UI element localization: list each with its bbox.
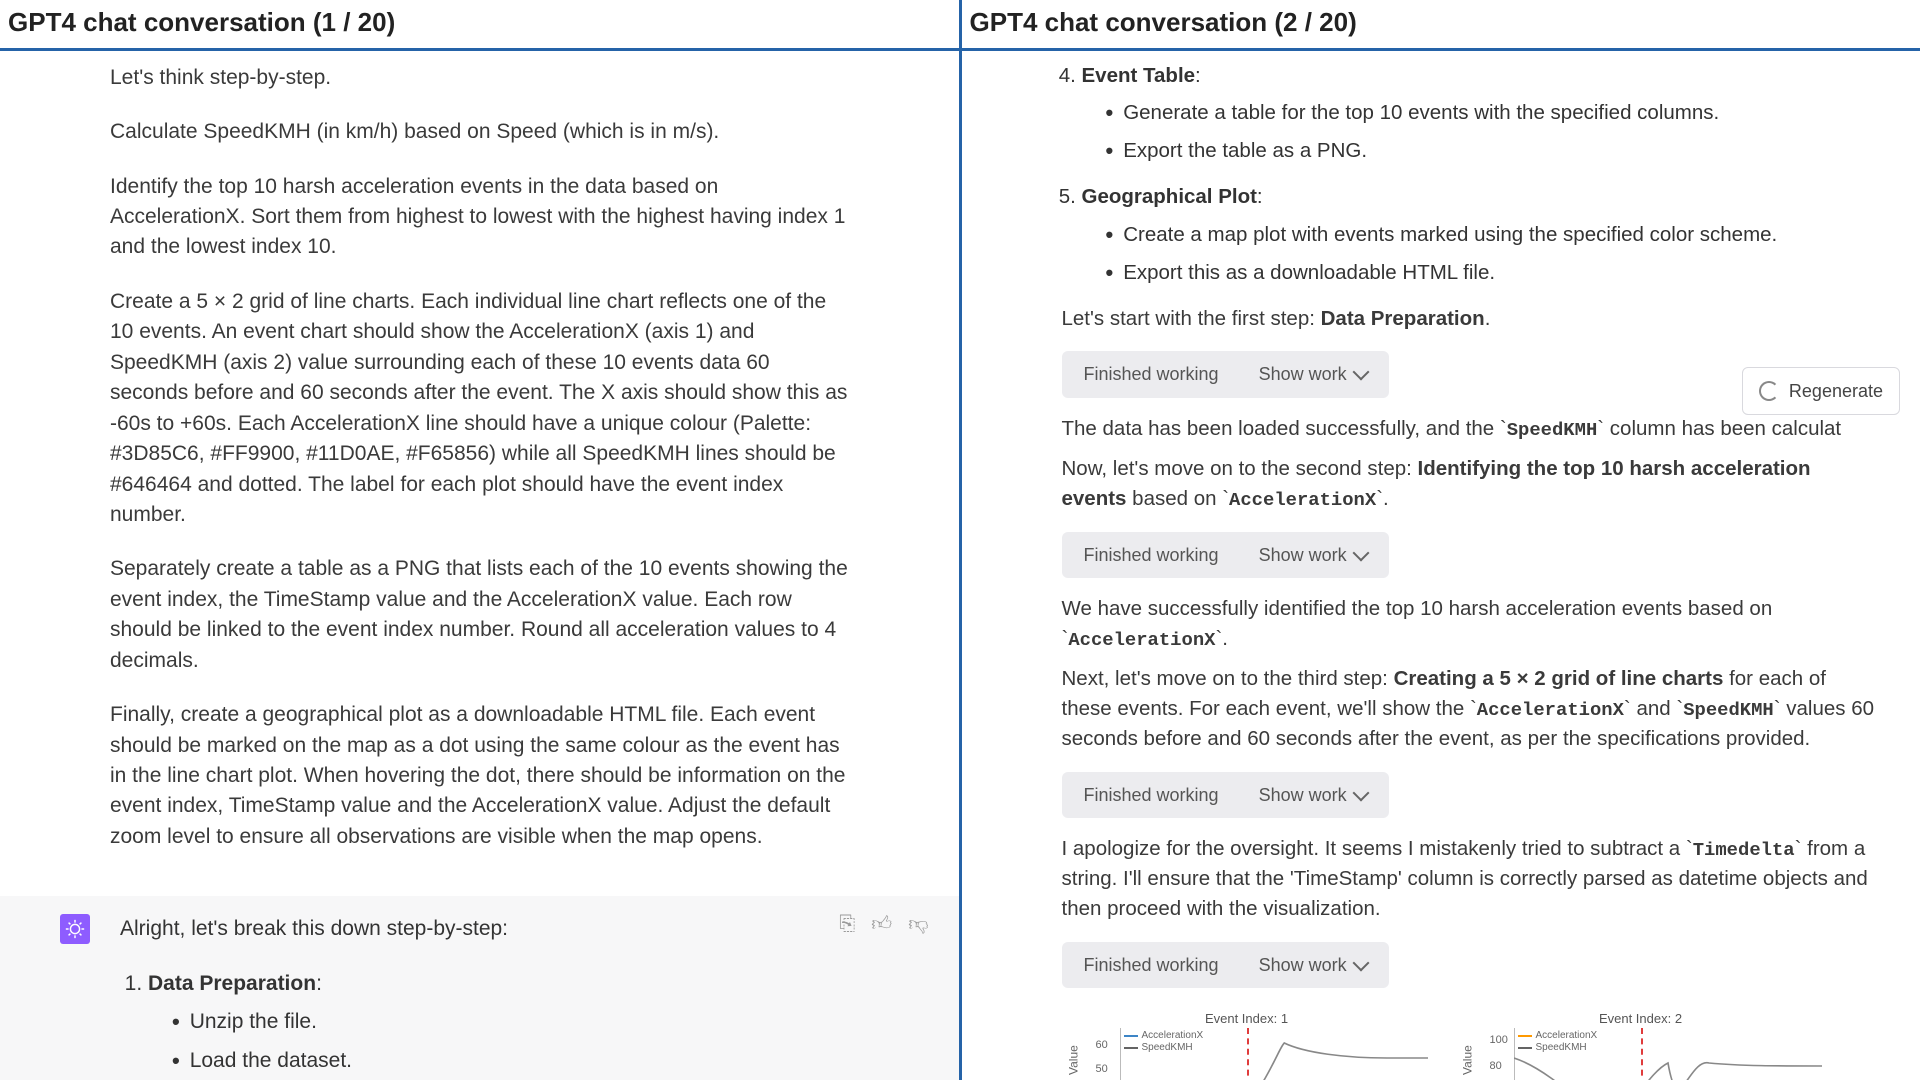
step5-item2: Export this as a downloadable HTML file. xyxy=(1106,256,1881,288)
chevron-down-icon xyxy=(1352,364,1369,381)
left-body: Let's think step-by-step. Calculate Spee… xyxy=(0,51,959,1080)
step5-item1: Create a map plot with events marked usi… xyxy=(1106,218,1881,250)
right-pane: GPT4 chat conversation (2 / 20) Event Ta… xyxy=(962,0,1920,1080)
left-header: GPT4 chat conversation (1 / 20) xyxy=(0,0,959,51)
copy-icon[interactable]: ⎘ xyxy=(839,910,855,939)
assistant-intro: Alright, let's break this down step-by-s… xyxy=(120,914,899,944)
step3-intro-text: Next, let's move on to the third step: C… xyxy=(1062,664,1881,754)
chart-row: Event Index: 1 Value 60 50 40 20 Acceler… xyxy=(1062,1010,1881,1080)
finished-label: Finished working xyxy=(1084,361,1219,387)
show-work-toggle[interactable]: Show work xyxy=(1259,361,1367,387)
thumbs-up-icon[interactable]: 👍︎ xyxy=(871,910,892,939)
assistant-message: ⎘ 👍︎ 👎︎ Alright, let's break this down s… xyxy=(0,896,959,1080)
show-work-toggle[interactable]: Show work xyxy=(1259,782,1367,808)
assistant-avatar-icon xyxy=(60,914,90,944)
chevron-down-icon xyxy=(1352,784,1369,801)
work-pill-4[interactable]: Finished working Show work xyxy=(1062,942,1389,988)
step4-title: Event Table xyxy=(1082,64,1196,87)
refresh-icon xyxy=(1759,381,1779,401)
chart-1: Event Index: 1 Value 60 50 40 20 Acceler… xyxy=(1062,1010,1432,1080)
user-p6: Finally, create a geographical plot as a… xyxy=(110,700,849,852)
work-pill-3[interactable]: Finished working Show work xyxy=(1062,772,1389,818)
chevron-down-icon xyxy=(1352,954,1369,971)
chart-2: Event Index: 2 Value 100 80 60 40 Accele… xyxy=(1456,1010,1826,1080)
right-header: GPT4 chat conversation (2 / 20) xyxy=(962,0,1920,51)
step4-item1: Generate a table for the top 10 events w… xyxy=(1106,96,1881,128)
show-work-toggle[interactable]: Show work xyxy=(1259,542,1367,568)
work-pill-2[interactable]: Finished working Show work xyxy=(1062,532,1389,578)
left-pane: GPT4 chat conversation (1 / 20) Let's th… xyxy=(0,0,962,1080)
work-pill-1[interactable]: Finished working Show work xyxy=(1062,351,1389,397)
step2-intro-text: Now, let's move on to the second step: I… xyxy=(1062,454,1881,514)
data-loaded-text: The data has been loaded successfully, a… xyxy=(1062,414,1881,444)
step2-done-text: We have successfully identified the top … xyxy=(1062,594,1881,654)
step4-item2: Export the table as a PNG. xyxy=(1106,134,1881,166)
user-p5: Separately create a table as a PNG that … xyxy=(110,554,849,676)
start-step-text: Let's start with the first step: Data Pr… xyxy=(1062,304,1881,334)
chevron-down-icon xyxy=(1352,544,1369,561)
thumbs-down-icon[interactable]: 👎︎ xyxy=(908,910,928,939)
step1-item2: Load the dataset. xyxy=(172,1044,899,1076)
right-body-wrap: Event Table: Generate a table for the to… xyxy=(962,51,1920,1080)
apology-text: I apologize for the oversight. It seems … xyxy=(1062,834,1881,924)
user-p1: Let's think step-by-step. xyxy=(110,63,849,93)
user-p4: Create a 5 × 2 grid of line charts. Each… xyxy=(110,287,849,531)
step1-item1: Unzip the file. xyxy=(172,1005,899,1037)
user-p2: Calculate SpeedKMH (in km/h) based on Sp… xyxy=(110,117,849,147)
regenerate-button[interactable]: Regenerate xyxy=(1742,367,1900,415)
step5-title: Geographical Plot xyxy=(1082,185,1257,208)
show-work-toggle[interactable]: Show work xyxy=(1259,952,1367,978)
step1-title: Data Preparation xyxy=(148,972,316,995)
user-p3: Identify the top 10 harsh acceleration e… xyxy=(110,172,849,263)
user-message: Let's think step-by-step. Calculate Spee… xyxy=(0,51,959,897)
